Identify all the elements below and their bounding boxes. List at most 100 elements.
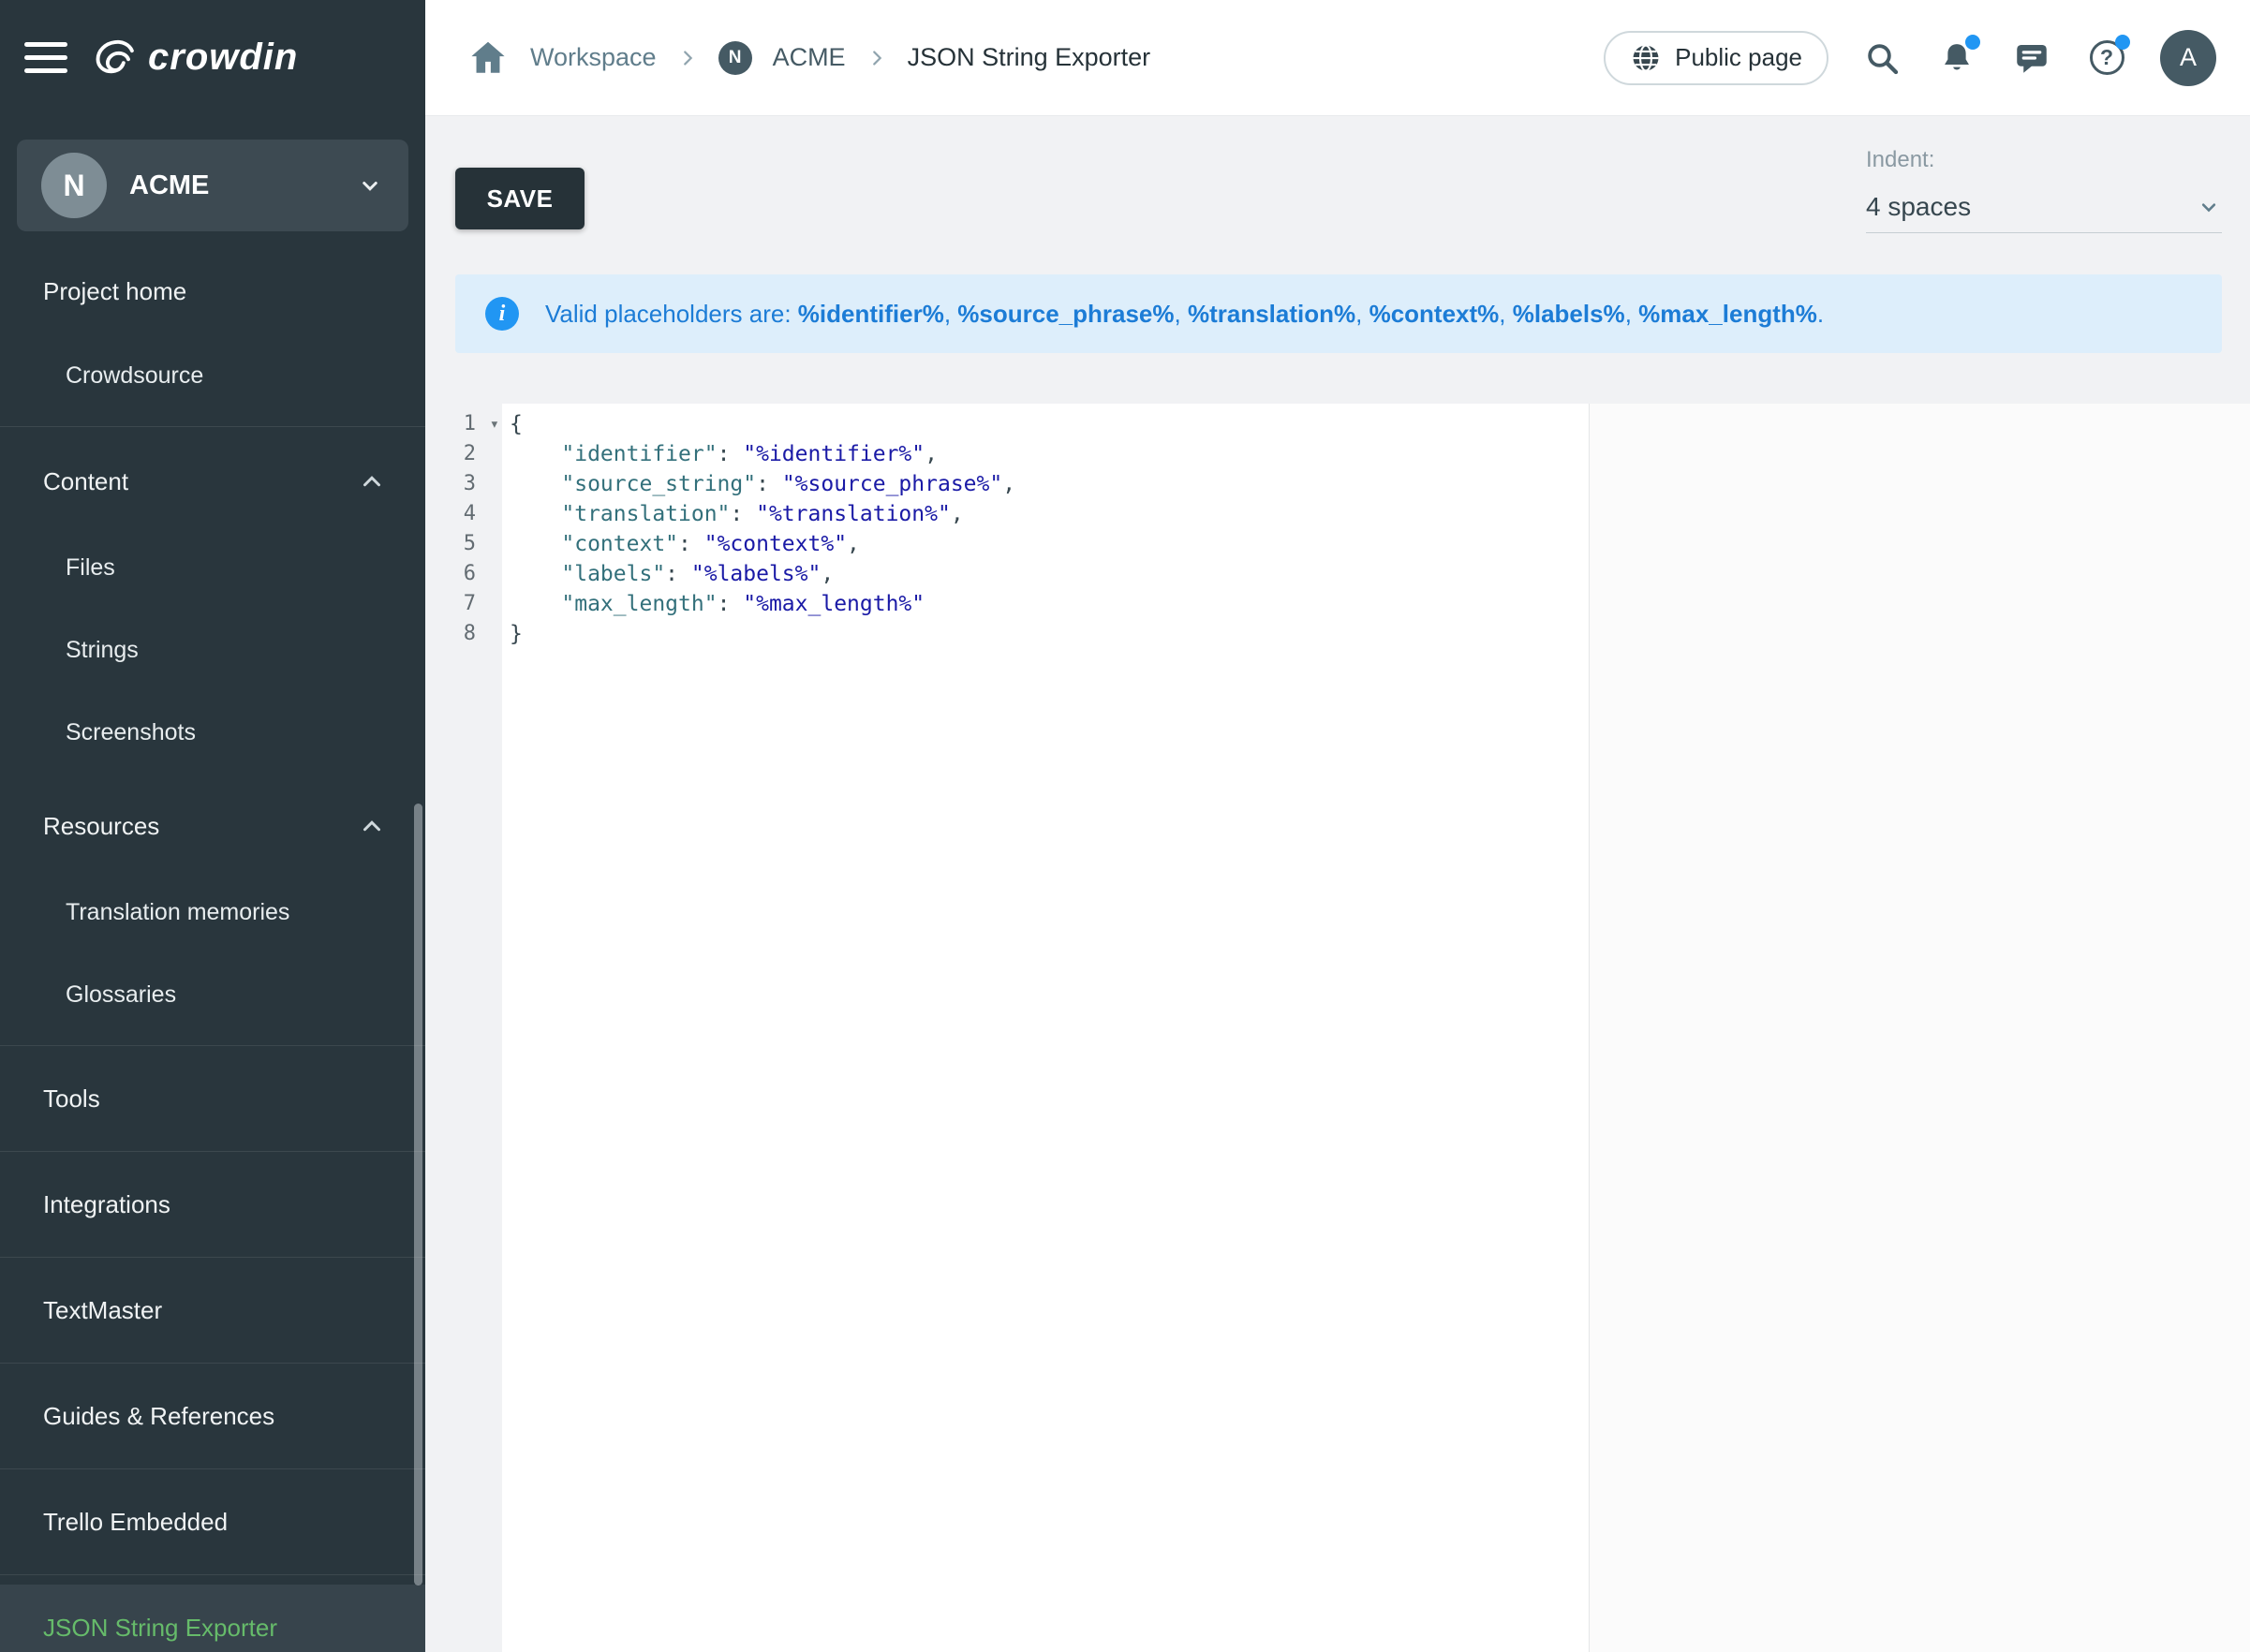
main-area: Workspace N ACME JSON String Exporter: [425, 0, 2250, 1652]
placeholders-banner: i Valid placeholders are: %identifier%, …: [455, 274, 2222, 353]
code-line: "max_length": "%max_length%": [510, 589, 2250, 619]
crowdin-logo[interactable]: crowdin: [92, 34, 298, 82]
sidebar-divider: [0, 426, 425, 427]
placeholder-token: %labels%: [1513, 300, 1625, 328]
sidebar-item-content[interactable]: Content: [0, 436, 425, 526]
banner-text: Valid placeholders are: %identifier%, %s…: [545, 300, 1824, 329]
toolbar-row: SAVE Indent: 4 spaces: [455, 147, 2222, 233]
sidebar-divider: [0, 1045, 425, 1046]
notifications-button[interactable]: [1935, 37, 1978, 80]
sidebar-item-label: Integrations: [43, 1190, 170, 1219]
chat-icon: [2012, 38, 2051, 78]
gutter-line-number: 2: [425, 439, 502, 469]
org-selector[interactable]: N ACME: [17, 140, 408, 231]
sidebar-item-translation-memories[interactable]: Translation memories: [0, 871, 425, 953]
indent-select[interactable]: 4 spaces: [1866, 181, 2222, 233]
sidebar-item-json-string-exporter[interactable]: JSON String Exporter: [0, 1585, 425, 1652]
sidebar-divider: [0, 1257, 425, 1258]
crowdin-logo-text: crowdin: [148, 37, 298, 79]
code-line: "translation": "%translation%",: [510, 499, 2250, 529]
indent-value: 4 spaces: [1866, 192, 1971, 222]
gutter-line-number: 7: [425, 589, 502, 619]
messages-button[interactable]: [2010, 37, 2053, 80]
sidebar-item-label: Guides & References: [43, 1402, 274, 1431]
sidebar-item-textmaster[interactable]: TextMaster: [0, 1267, 425, 1353]
indent-control: Indent: 4 spaces: [1866, 147, 2222, 233]
sidebar-item-label: Crowdsource: [66, 362, 203, 390]
sidebar-divider: [0, 1574, 425, 1575]
info-icon: i: [485, 297, 519, 331]
gutter-line-number: 1▾: [425, 409, 502, 439]
caret-down-icon: [2196, 194, 2222, 220]
sidebar-item-glossaries[interactable]: Glossaries: [0, 953, 425, 1036]
breadcrumb-org[interactable]: ACME: [773, 43, 846, 72]
home-icon[interactable]: [466, 37, 510, 80]
sidebar-item-label: Trello Embedded: [43, 1508, 228, 1537]
sidebar-item-label: Tools: [43, 1084, 100, 1114]
sidebar-item-label: Resources: [43, 812, 159, 841]
sidebar-item-label: Translation memories: [66, 899, 289, 926]
placeholder-token: %context%: [1369, 300, 1500, 328]
chevron-right-icon: [677, 48, 698, 68]
sidebar-item-label: Files: [66, 554, 115, 582]
sidebar-item-files[interactable]: Files: [0, 526, 425, 609]
editor-code-area[interactable]: { "identifier": "%identifier%", "source_…: [502, 404, 2250, 1652]
breadcrumb-workspace[interactable]: Workspace: [530, 43, 657, 72]
org-name: ACME: [129, 170, 333, 201]
sidebar-item-label: Project home: [43, 277, 186, 306]
gutter-line-number: 4: [425, 499, 502, 529]
chevron-right-icon: [866, 48, 887, 68]
public-page-label: Public page: [1675, 43, 1802, 72]
chevron-up-icon: [358, 467, 386, 495]
placeholder-token: %max_length%: [1638, 300, 1817, 328]
avatar[interactable]: A: [2160, 30, 2216, 86]
notification-dot: [1965, 35, 1980, 50]
sidebar-divider: [0, 1468, 425, 1469]
gutter-line-number: 6: [425, 559, 502, 589]
code-line: "labels": "%labels%",: [510, 559, 2250, 589]
indent-label: Indent:: [1866, 147, 2222, 173]
sidebar-item-guides-references[interactable]: Guides & References: [0, 1373, 425, 1459]
sidebar-item-crowdsource[interactable]: Crowdsource: [0, 334, 425, 417]
topbar-actions: Public page: [1604, 30, 2216, 86]
placeholder-token: %source_phrase%: [957, 300, 1174, 328]
menu-icon[interactable]: [24, 42, 67, 73]
org-badge: N: [718, 41, 752, 75]
sidebar-item-resources[interactable]: Resources: [0, 781, 425, 871]
fold-arrow-icon[interactable]: ▾: [490, 409, 499, 439]
sidebar-header: crowdin: [0, 0, 425, 115]
sidebar-item-project-home[interactable]: Project home: [0, 248, 425, 334]
sidebar-item-label: Content: [43, 467, 128, 496]
save-button[interactable]: SAVE: [455, 168, 585, 229]
sidebar-item-label: Strings: [66, 637, 139, 664]
gutter-line-number: 5: [425, 529, 502, 559]
sidebar-item-label: Screenshots: [66, 719, 196, 746]
chevron-up-icon: [358, 812, 386, 840]
app-window: crowdin N ACME Project home Crowdsource Co…: [0, 0, 2250, 1652]
crowdin-logo-icon: [92, 34, 141, 82]
sidebar-item-tools[interactable]: Tools: [0, 1055, 425, 1142]
code-editor: 1▾2345678 { "identifier": "%identifier%"…: [425, 404, 2250, 1652]
breadcrumb-page: JSON String Exporter: [908, 43, 1151, 72]
content: SAVE Indent: 4 spaces i Valid placeholde: [425, 115, 2250, 1652]
sidebar-item-trello-embedded[interactable]: Trello Embedded: [0, 1479, 425, 1565]
gutter-line-number: 3: [425, 469, 502, 499]
sidebar-item-label: JSON String Exporter: [43, 1614, 277, 1643]
help-button[interactable]: ?: [2085, 37, 2128, 80]
sidebar-item-strings[interactable]: Strings: [0, 609, 425, 691]
search-button[interactable]: [1860, 37, 1903, 80]
help-notification-dot: [2115, 35, 2130, 50]
breadcrumb: Workspace N ACME JSON String Exporter: [466, 37, 1604, 80]
sidebar-divider: [0, 1151, 425, 1152]
sidebar: crowdin N ACME Project home Crowdsource Co…: [0, 0, 425, 1652]
sidebar-item-label: Glossaries: [66, 981, 176, 1009]
code-line: "identifier": "%identifier%",: [510, 439, 2250, 469]
search-icon: [1863, 39, 1901, 77]
code-line: {: [510, 409, 2250, 439]
public-page-button[interactable]: Public page: [1604, 31, 1828, 85]
sidebar-item-screenshots[interactable]: Screenshots: [0, 691, 425, 774]
sidebar-item-integrations[interactable]: Integrations: [0, 1161, 425, 1247]
sidebar-nav: Project home Crowdsource Content Files Strin…: [0, 248, 425, 1652]
editor-code: { "identifier": "%identifier%", "source_…: [502, 404, 2250, 649]
sidebar-scrollbar[interactable]: [414, 804, 422, 1586]
